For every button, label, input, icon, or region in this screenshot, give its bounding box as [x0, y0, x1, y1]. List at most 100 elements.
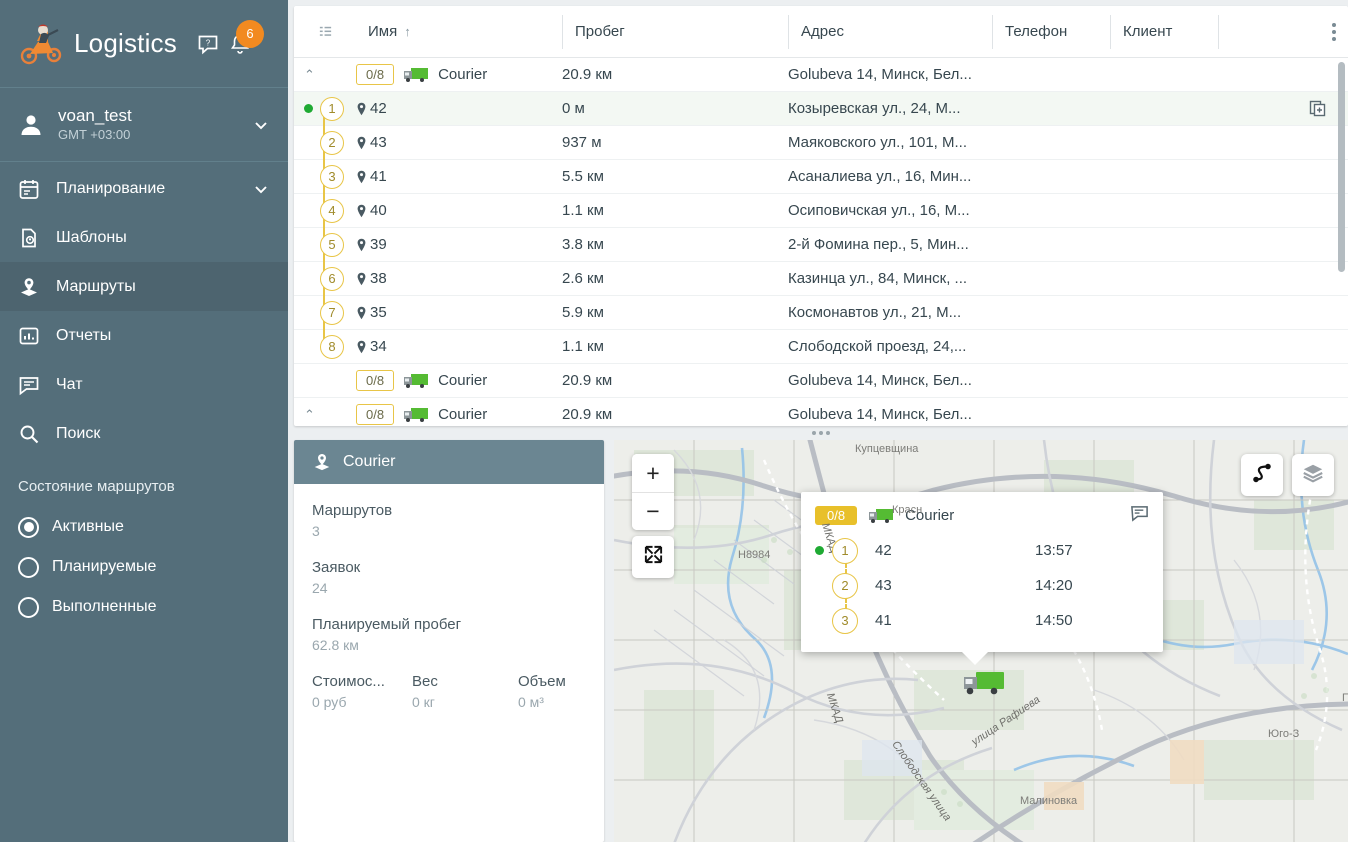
truck-icon [868, 507, 894, 524]
notification-badge[interactable]: 6 [236, 20, 264, 48]
sequence-badge: 8 [320, 335, 344, 359]
info-panel-title: Courier [343, 453, 395, 471]
metric-value: 0 кг [412, 692, 518, 713]
table-row[interactable]: 7 35 5.9 км Космонавтов ул., 21, М... [294, 296, 1348, 330]
layers-button[interactable] [1292, 454, 1334, 496]
sequence-badge: 2 [832, 573, 858, 599]
column-menu[interactable] [1218, 15, 1348, 49]
row-name-cell: 41 [344, 160, 550, 194]
chevron-down-icon[interactable] [252, 180, 270, 198]
panel-resize-handle[interactable] [294, 426, 1348, 440]
row-actions-cell[interactable] [1206, 92, 1348, 126]
route-toggle-button[interactable] [1241, 454, 1283, 496]
pin-icon [356, 136, 367, 150]
sidebar-item-marshruty[interactable]: Маршруты [0, 262, 288, 311]
sidebar-item-shablony[interactable]: Шаблоны [0, 213, 288, 262]
table-row[interactable]: 2 43 937 м Маяковского ул., 101, М... [294, 126, 1348, 160]
map-label: Красн [892, 504, 922, 516]
radio-icon[interactable] [18, 517, 39, 538]
sort-asc-icon[interactable]: ↑ [404, 24, 411, 39]
zoom-in-button[interactable]: + [632, 454, 674, 492]
table-row[interactable]: 0/8 Courier 20.9 км Golubeva 14, [294, 364, 1348, 398]
table-row[interactable]: 6 38 2.6 км Казинца ул., 84, Минск, ... [294, 262, 1348, 296]
radio-active[interactable]: Активные [18, 507, 270, 547]
metric-volume: Объем 0 м³ [518, 671, 566, 713]
map-right-controls [1241, 454, 1334, 496]
sidebar-item-label: Планирование [56, 180, 165, 198]
row-actions-cell [1206, 126, 1348, 160]
table-row[interactable]: 1 42 0 м Козыревская ул., 24, М... [294, 92, 1348, 126]
sidebar-item-label: Маршруты [56, 278, 136, 296]
table-options-kebab-icon[interactable] [1332, 23, 1336, 41]
chevron-down-icon[interactable] [252, 116, 270, 134]
chat-icon[interactable] [1130, 504, 1149, 527]
status-badge[interactable]: 0/8 [356, 370, 394, 391]
row-name: 38 [370, 270, 387, 287]
row-actions-cell [1206, 58, 1348, 92]
stat-value: 62.8 км [312, 635, 586, 656]
vehicle-marker-icon[interactable] [962, 668, 1006, 698]
table-row[interactable]: 4 40 1.1 км Осиповичская ул., 16, М... [294, 194, 1348, 228]
chevron-up-icon[interactable]: ⌃ [304, 67, 320, 83]
radio-icon[interactable] [18, 557, 39, 578]
sequence-badge: 1 [320, 97, 344, 121]
map-label: Юго-З [1268, 728, 1299, 740]
row-address-cell: Маяковского ул., 101, М... [776, 126, 980, 160]
brand-header: Logistics ? 6 [0, 0, 288, 88]
map-view[interactable]: + − [614, 440, 1348, 842]
row-mileage-cell: 5.5 км [550, 160, 776, 194]
sequence-badge: 2 [320, 131, 344, 155]
help-chat-icon[interactable]: ? [197, 33, 219, 55]
column-grip[interactable] [294, 15, 356, 49]
popup-status-badge[interactable]: 0/8 [815, 506, 857, 525]
table-row[interactable]: 5 39 3.8 км 2-й Фомина пер., 5, Мин... [294, 228, 1348, 262]
column-header-mileage[interactable]: Пробег [562, 15, 788, 49]
table-row[interactable]: 8 34 1.1 км Слободской проезд, 24,... [294, 330, 1348, 364]
pin-icon [356, 272, 367, 286]
grip-icon [318, 24, 333, 39]
row-name-cell: 35 [344, 296, 550, 330]
fit-to-screen-button[interactable] [632, 536, 674, 578]
status-badge[interactable]: 0/8 [356, 64, 394, 85]
map-label: Купцевщина [855, 443, 918, 455]
chevron-up-icon[interactable]: ⌃ [304, 407, 320, 423]
popup-stop-row[interactable]: 1 42 13:57 [815, 533, 1149, 568]
radio-completed[interactable]: Выполненные [18, 587, 270, 627]
column-header-phone[interactable]: Телефон [992, 15, 1110, 49]
radio-icon[interactable] [18, 597, 39, 618]
sidebar-item-label: Чат [56, 376, 83, 394]
row-address-cell: Космонавтов ул., 21, М... [776, 296, 980, 330]
popup-stop-row[interactable]: 3 41 14:50 [815, 603, 1149, 638]
row-phone-cell [980, 194, 1098, 228]
column-header-address[interactable]: Адрес [788, 15, 992, 49]
sidebar-item-otchety[interactable]: Отчеты [0, 311, 288, 360]
popup-stop-name: 43 [875, 577, 1035, 594]
row-address-cell: Осиповичская ул., 16, М... [776, 194, 980, 228]
search-icon [18, 423, 40, 445]
copy-icon[interactable] [1309, 100, 1326, 117]
status-badge[interactable]: 0/8 [356, 404, 394, 425]
column-header-name[interactable]: Имя ↑ [356, 15, 562, 49]
route-popup[interactable]: 0/8 Courier [801, 492, 1163, 652]
metric-value: 0 руб [312, 692, 412, 713]
row-client-cell [1098, 126, 1206, 160]
popup-stop-row[interactable]: 2 43 14:20 [815, 568, 1149, 603]
sidebar-item-planirovanie[interactable]: Планирование [0, 164, 288, 213]
sidebar-item-poisk[interactable]: Поиск [0, 409, 288, 458]
radio-planned[interactable]: Планируемые [18, 547, 270, 587]
user-account-row[interactable]: voan_test GMT +03:00 [0, 88, 288, 162]
sidebar-item-label: Шаблоны [56, 229, 127, 247]
stat-planned-mileage: Планируемый пробег 62.8 км [312, 614, 586, 656]
row-client-cell [1098, 262, 1206, 296]
sidebar-item-chat[interactable]: Чат [0, 360, 288, 409]
row-address-cell: Слободской проезд, 24,... [776, 330, 980, 364]
column-header-client[interactable]: Клиент [1110, 15, 1218, 49]
row-mileage-cell: 2.6 км [550, 262, 776, 296]
table-row[interactable]: 3 41 5.5 км Асаналиева ул., 16, Мин... [294, 160, 1348, 194]
table-scrollbar[interactable] [1338, 62, 1345, 272]
table-row[interactable]: ⌃ 0/8 Courier [294, 398, 1348, 426]
row-phone-cell [980, 92, 1098, 126]
popup-stop-time: 14:50 [1035, 612, 1073, 629]
table-row[interactable]: ⌃ 0/8 Courier [294, 58, 1348, 92]
zoom-out-button[interactable]: − [632, 492, 674, 530]
